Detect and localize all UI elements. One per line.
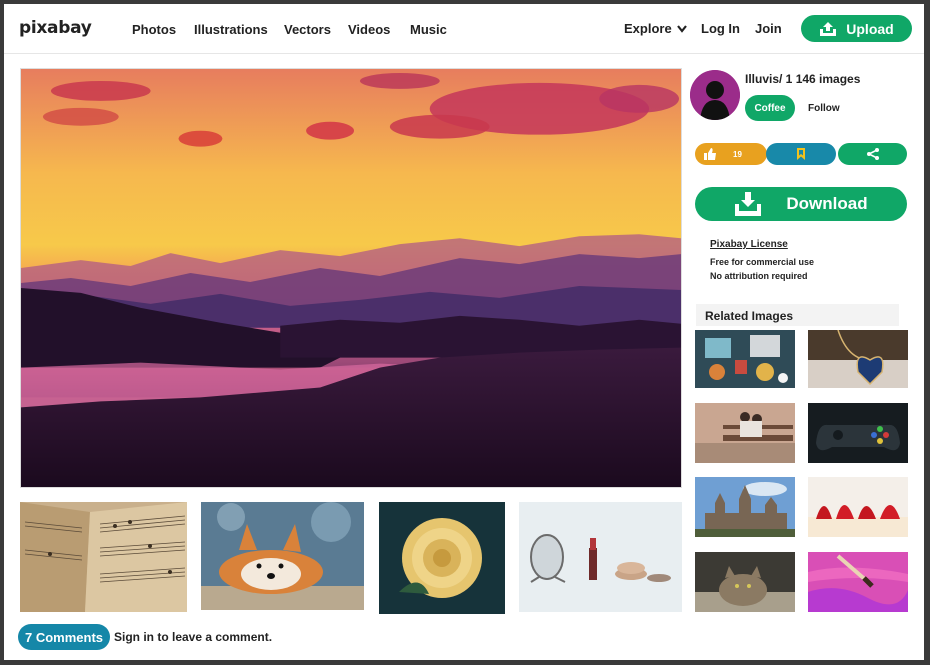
save-button[interactable] [766,143,836,165]
nav-illustrations[interactable]: Illustrations [194,22,268,37]
related-heart-necklace[interactable] [808,330,908,388]
nav-music[interactable]: Music [410,22,447,37]
yellow-rose-image [379,502,505,614]
related-images-heading: Related Images [696,304,899,326]
heart-necklace-image [808,330,908,388]
join-link[interactable]: Join [755,21,782,36]
explore-label: Explore [624,21,672,36]
explore-menu[interactable]: Explore [624,21,687,36]
related-couple-on-bench[interactable] [695,403,795,463]
sunset-mountains-image [21,69,681,487]
share-icon [866,148,879,160]
related-tabby-cat[interactable] [695,552,795,612]
paint-brush-image [808,552,908,612]
pixabay-logo[interactable]: pixabay [19,18,92,38]
related-castle[interactable] [695,477,795,537]
download-icon [735,192,762,216]
couple-on-bench-image [695,403,795,463]
thumb-cosmetics[interactable] [519,502,682,612]
login-link[interactable]: Log In [701,21,740,36]
signin-prompt[interactable]: Sign in to leave a comment. [114,630,272,644]
thumb-corgi-dog[interactable] [201,502,364,610]
strawberry-dessert-image [808,477,908,537]
related-toys-on-table[interactable] [695,330,795,388]
top-header: pixabay Photos Illustrations Vectors Vid… [4,4,924,54]
upload-button[interactable]: Upload [801,15,912,42]
chevron-down-icon [676,24,687,33]
castle-image [695,477,795,537]
sheet-music-image [20,502,187,612]
thumb-yellow-rose[interactable] [379,502,505,614]
related-strawberry-dessert[interactable] [808,477,908,537]
nav-videos[interactable]: Videos [348,22,390,37]
nav-vectors[interactable]: Vectors [284,22,331,37]
share-button[interactable] [838,143,907,165]
like-button[interactable]: 19 [695,143,767,165]
download-label: Download [786,194,868,213]
author-name[interactable]: Illuvis/ 1 146 images [745,72,860,86]
user-silhouette-icon [690,70,740,120]
upload-icon [820,21,837,36]
main-photo[interactable] [20,68,682,488]
license-link[interactable]: Pixabay License [710,239,788,250]
nav-photos[interactable]: Photos [132,22,176,37]
like-count: 19 [733,149,742,159]
thumb-sheet-music[interactable] [20,502,187,612]
corgi-dog-image [201,502,364,610]
license-attribution-text: No attribution required [710,271,808,281]
related-paint-brush[interactable] [808,552,908,612]
download-button[interactable]: Download [695,187,907,221]
comments-button[interactable]: 7 Comments [18,624,110,650]
page: pixabay Photos Illustrations Vectors Vid… [4,4,924,660]
follow-button[interactable]: Follow [808,103,840,114]
author-avatar[interactable] [690,70,740,120]
coffee-button[interactable]: Coffee [745,95,795,121]
upload-label: Upload [846,20,894,37]
cosmetics-image [519,502,682,612]
tabby-cat-image [695,552,795,612]
game-controller-image [808,403,908,463]
related-game-controller[interactable] [808,403,908,463]
thumbs-up-icon [704,148,716,160]
toys-on-table-image [695,330,795,388]
license-commercial-text: Free for commercial use [710,257,815,267]
bookmark-icon [797,148,805,160]
